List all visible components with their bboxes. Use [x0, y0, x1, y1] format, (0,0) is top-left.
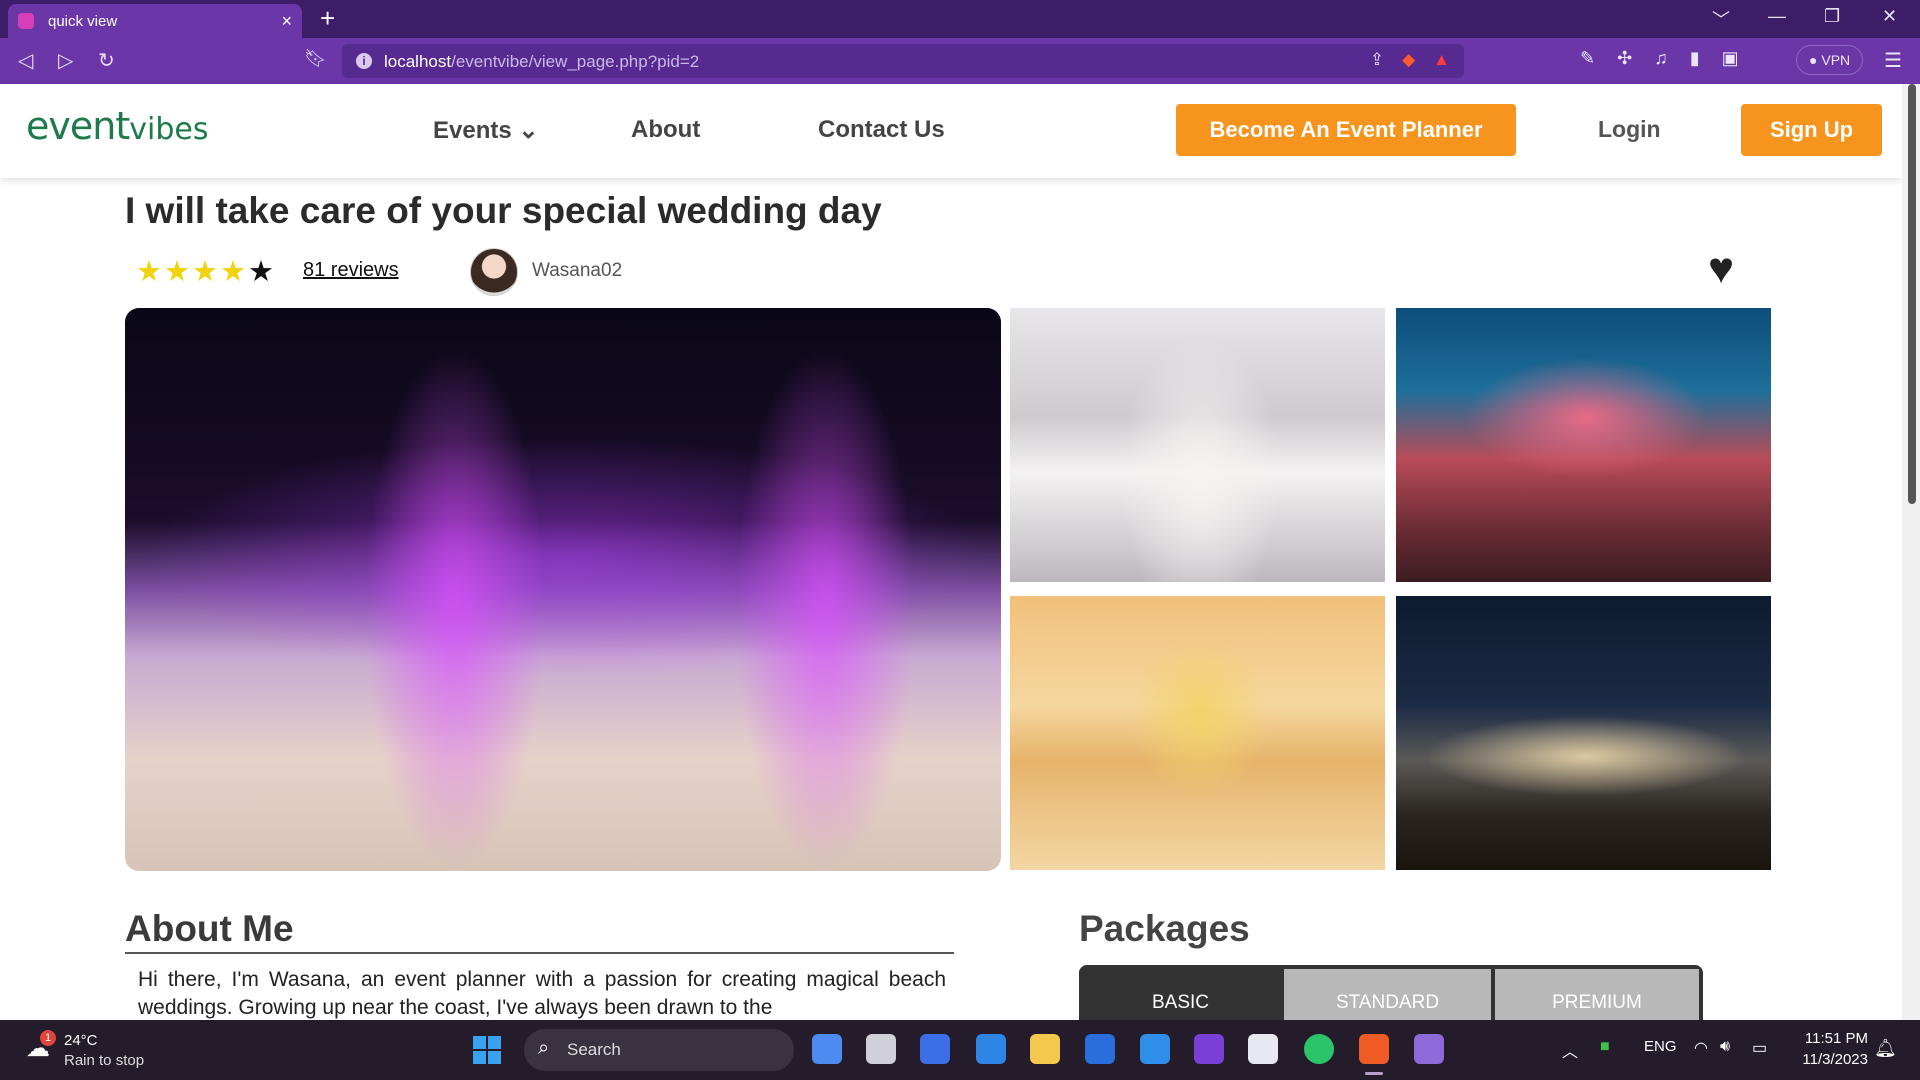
task-view-icon[interactable]: [866, 1034, 896, 1064]
gallery-main-photo[interactable]: [125, 308, 1001, 871]
about-divider: [125, 952, 954, 954]
site-header: eventvibes Events ⌄ About Contact Us Bec…: [0, 84, 1902, 178]
nav-events[interactable]: Events ⌄: [433, 116, 538, 145]
snipping-tool-icon[interactable]: [1248, 1034, 1278, 1064]
sync-app-icon[interactable]: [1085, 1034, 1115, 1064]
star-filled-icon: ★: [136, 256, 162, 288]
back-icon[interactable]: ◁: [18, 48, 33, 73]
packages-heading: Packages: [1079, 908, 1250, 949]
search-icon: ⌕: [538, 1037, 550, 1059]
reviews-link[interactable]: 81 reviews: [303, 259, 399, 282]
login-link[interactable]: Login: [1598, 116, 1661, 143]
music-icon[interactable]: ♫: [1654, 48, 1668, 69]
page-scrollbar[interactable]: [1902, 84, 1920, 1020]
clock-date[interactable]: 11/3/2023: [1790, 1051, 1868, 1068]
url-text[interactable]: localhost/eventvibe/view_page.php?pid=2: [384, 52, 699, 72]
star-filled-icon: ★: [164, 256, 190, 288]
tab-close-icon[interactable]: ×: [281, 11, 292, 32]
become-planner-button[interactable]: Become An Event Planner: [1176, 104, 1516, 156]
share-icon[interactable]: ⇪: [1370, 50, 1384, 70]
whatsapp-icon[interactable]: [1304, 1034, 1334, 1064]
new-tab-button[interactable]: +: [320, 4, 335, 32]
reload-icon[interactable]: ↻: [98, 48, 115, 73]
wallet-icon[interactable]: ▣: [1722, 48, 1739, 69]
weather-badge: 1: [40, 1030, 56, 1046]
star-filled-icon: ★: [192, 256, 218, 288]
brave-shields-icon[interactable]: ◆: [1402, 50, 1415, 70]
browser-toolbar: ◁ ▷ ↻ 🔖︎ i localhost/eventvibe/view_page…: [0, 38, 1920, 84]
brave-rewards-icon[interactable]: ▲: [1433, 50, 1450, 70]
restore-button[interactable]: ❐: [1824, 6, 1840, 27]
site-logo[interactable]: eventvibes: [26, 104, 208, 148]
tab-basic[interactable]: BASIC: [1079, 969, 1282, 1020]
vpn-button[interactable]: ● VPN: [1796, 45, 1864, 75]
avatar[interactable]: [470, 248, 518, 296]
search-label: Search: [567, 1040, 621, 1059]
star-rating: ★ ★ ★ ★ ★: [136, 254, 274, 289]
tab-favicon-icon: [18, 13, 34, 29]
scrollbar-thumb[interactable]: [1908, 84, 1916, 504]
tab-premium[interactable]: PREMIUM: [1495, 969, 1699, 1020]
battery-icon[interactable]: ▭: [1752, 1038, 1767, 1058]
clipchamp-icon[interactable]: [1414, 1034, 1444, 1064]
windows-start-icon[interactable]: [473, 1036, 501, 1064]
gallery-photo-gazebo[interactable]: [1010, 596, 1385, 870]
chevron-down-icon: ⌄: [518, 117, 539, 144]
site-info-icon[interactable]: i: [356, 53, 372, 69]
weather-temp[interactable]: 24°C: [64, 1032, 98, 1049]
tray-overflow-icon[interactable]: ︿: [1562, 1038, 1578, 1062]
address-bar[interactable]: i localhost/eventvibe/view_page.php?pid=…: [342, 44, 1464, 78]
photo-app-icon[interactable]: [920, 1034, 950, 1064]
star-filled-icon: ★: [220, 256, 246, 288]
brave-browser-icon[interactable]: [1359, 1034, 1389, 1064]
active-app-indicator: [1365, 1072, 1383, 1075]
wifi-icon[interactable]: ◠: [1694, 1038, 1708, 1058]
tab-standard[interactable]: STANDARD: [1284, 969, 1491, 1020]
vscode-icon[interactable]: [1140, 1034, 1170, 1064]
notepad-app-icon[interactable]: [976, 1034, 1006, 1064]
gallery-photo-couple[interactable]: [1010, 308, 1385, 582]
forward-icon[interactable]: ▷: [58, 48, 73, 73]
star-empty-icon: ★: [248, 256, 274, 288]
packages-tabs: BASIC STANDARD PREMIUM: [1079, 965, 1703, 1020]
file-explorer-icon[interactable]: [1030, 1034, 1060, 1064]
signup-button[interactable]: Sign Up: [1741, 104, 1882, 156]
volume-icon[interactable]: 🔊︎: [1720, 1038, 1730, 1056]
visual-studio-icon[interactable]: [1194, 1034, 1224, 1064]
tray-app-icon[interactable]: ■: [1600, 1038, 1610, 1056]
browser-tab[interactable]: quick view ×: [8, 4, 302, 38]
planner-username[interactable]: Wasana02: [532, 260, 622, 282]
extensions-icon[interactable]: ✣: [1617, 48, 1632, 69]
minimize-button[interactable]: —: [1768, 6, 1786, 27]
taskbar-search[interactable]: ⌕ Search: [524, 1029, 794, 1071]
gallery-photo-beach-ceremony[interactable]: [1396, 308, 1771, 582]
about-heading: About Me: [125, 908, 294, 949]
bookmark-icon[interactable]: 🔖︎: [304, 48, 327, 69]
notification-bell-icon[interactable]: 🔔︎: [1874, 1038, 1897, 1059]
nav-contact[interactable]: Contact Us: [818, 116, 945, 144]
close-window-button[interactable]: ✕: [1882, 6, 1897, 27]
about-text: Hi there, I'm Wasana, an event planner w…: [138, 968, 946, 1019]
tab-title: quick view: [48, 12, 118, 30]
heart-icon[interactable]: ♥: [1708, 244, 1734, 294]
sidebar-icon[interactable]: ▮: [1690, 48, 1700, 69]
gallery-photo-night-venue[interactable]: [1396, 596, 1771, 870]
page-title: I will take care of your special wedding…: [125, 190, 882, 231]
clock-time[interactable]: 11:51 PM: [1800, 1030, 1868, 1047]
windows-taskbar: ☁ 1 24°C Rain to stop ⌕ Search ︿ ■ ENG ◠…: [0, 1020, 1920, 1080]
eyedropper-icon[interactable]: ✎: [1580, 48, 1595, 69]
weather-desc[interactable]: Rain to stop: [64, 1052, 144, 1069]
nav-about[interactable]: About: [631, 116, 700, 144]
browser-tab-bar: quick view × + ﹀ — ❐ ✕: [0, 0, 1920, 38]
browser-menu-icon[interactable]: ☰: [1884, 48, 1902, 73]
language-indicator[interactable]: ENG: [1644, 1038, 1677, 1055]
tab-search-icon[interactable]: ﹀: [1712, 6, 1730, 32]
copilot-app-icon[interactable]: [812, 1034, 842, 1064]
